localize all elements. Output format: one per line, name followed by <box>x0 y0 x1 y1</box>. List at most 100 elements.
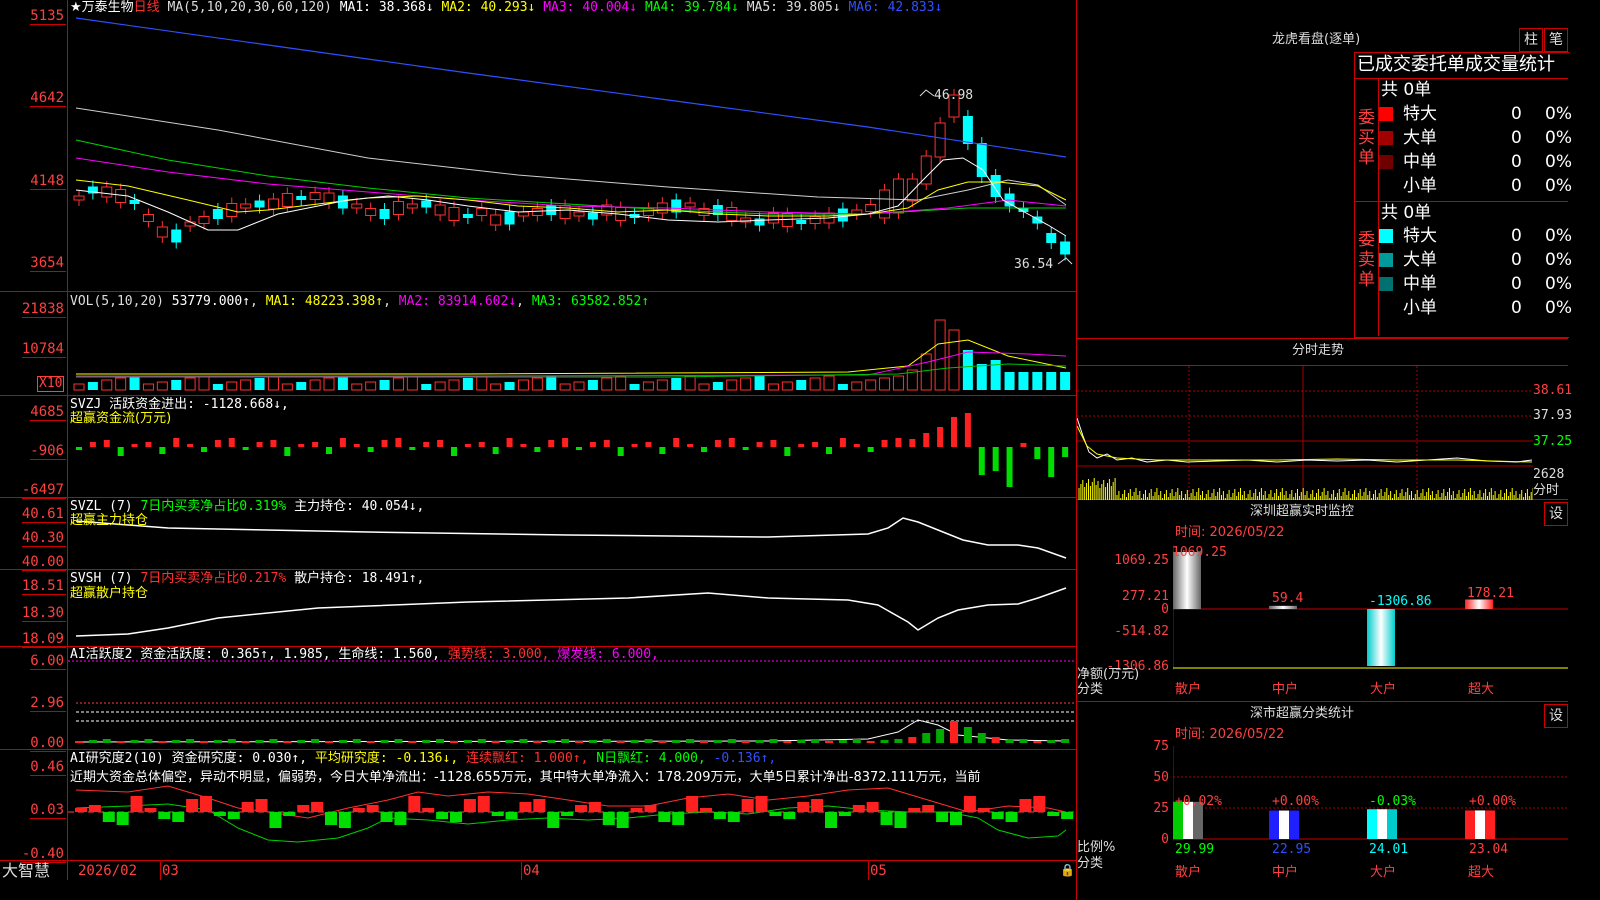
monitor-category: 超大 <box>1468 682 1495 697</box>
activity-bar <box>227 739 236 743</box>
research-bar <box>338 812 351 828</box>
fund-flow-bar <box>228 438 235 447</box>
main-chart-area[interactable]: ★万泰生物日线 MA(5,10,20,30,60,120) MA1: 38.36… <box>0 0 1077 900</box>
column-view-button[interactable]: 柱 <box>1519 28 1543 52</box>
activity-bar <box>963 727 972 743</box>
candle-body <box>879 189 891 219</box>
fund-flow-bar <box>103 440 110 447</box>
candle-body <box>892 178 904 214</box>
classify-axis-0: 0 <box>1161 832 1169 847</box>
volume-bar <box>87 382 98 390</box>
classify-settings-button[interactable]: 设 <box>1544 704 1568 728</box>
candle-body <box>1060 241 1071 255</box>
volume-bar <box>851 381 863 391</box>
volume-bar <box>504 382 515 390</box>
classify-value-label: 22.95 <box>1272 842 1312 857</box>
candle-body <box>142 214 154 222</box>
fund-flow-bar <box>409 447 416 450</box>
longhu-title: 龙虎看盘(逐单) <box>1272 32 1361 47</box>
buy-order-row[interactable]: 特大 0 0% <box>1379 103 1572 125</box>
volume-bar <box>781 381 793 391</box>
monitor-chart <box>1173 545 1568 670</box>
research-bar <box>769 812 782 816</box>
research-bar <box>227 812 240 819</box>
vol-unit-badge[interactable]: X10 <box>37 376 65 392</box>
activity-bar <box>1061 739 1070 743</box>
classify-change-label: +0.00% <box>1469 794 1516 809</box>
volume-bar <box>934 319 946 391</box>
sell-order-row[interactable]: 大单 0 0% <box>1379 249 1572 271</box>
monitor-settings-button[interactable]: 设 <box>1544 502 1568 526</box>
candle-body <box>392 201 404 215</box>
monitor-axis-label: 净额(万元) <box>1077 667 1140 682</box>
research-bar <box>130 796 143 812</box>
buy-order-row[interactable]: 中单 0 0% <box>1379 151 1572 173</box>
research-bar <box>297 805 310 812</box>
low-price-label: 36.54 <box>1014 257 1054 272</box>
sell-order-pct: 0% <box>1545 298 1572 318</box>
research-bar <box>269 812 282 828</box>
candle-body <box>531 208 543 216</box>
research-bar <box>491 812 504 816</box>
candle-body <box>254 200 265 208</box>
sell-order-row[interactable]: 中单 0 0% <box>1379 273 1572 295</box>
volume-bar <box>1018 372 1029 390</box>
vol-ma1: MA1: 48223.398↑ <box>265 294 384 309</box>
research-bar <box>630 808 643 812</box>
volume-bar <box>726 379 738 391</box>
tick-view-button[interactable]: 笔 <box>1544 28 1568 52</box>
activity-bar <box>450 741 458 743</box>
fund-flow-bar <box>326 447 332 454</box>
volume-bar <box>156 381 168 391</box>
candle-body <box>809 216 821 224</box>
stock-name[interactable]: ★万泰生物 <box>70 0 134 15</box>
classify-bar-2 <box>1377 809 1387 839</box>
volume-bar <box>809 377 821 391</box>
research-bar <box>686 796 699 812</box>
svzj-axis--6497: -6497 <box>21 482 66 499</box>
fund-flow-bar <box>159 447 166 454</box>
chart-canvas <box>68 17 1076 843</box>
high-price-label: 46.98 <box>934 88 974 103</box>
sell-order-count: 0 <box>1511 298 1522 318</box>
volume-bar <box>1032 372 1043 390</box>
volume-bar <box>740 377 752 391</box>
longhu-tabs[interactable]: 已成交委托单成交量统计 <box>1357 54 1555 76</box>
sell-order-name: 大单 <box>1403 250 1437 270</box>
research-bar <box>908 808 921 812</box>
brand-logo[interactable]: 大智慧 <box>2 862 50 880</box>
activity-bar <box>894 739 903 743</box>
buy-sell-divider <box>1354 201 1568 202</box>
period-label[interactable]: 日线 <box>134 0 160 15</box>
classify-panel[interactable]: 深市超赢分类统计 设 时间: 2026/05/22 75 50 25 0 +0.… <box>1077 702 1568 900</box>
fund-flow-bar <box>701 447 707 452</box>
intraday-axis-low: 37.25 <box>1533 434 1573 449</box>
ma4-line <box>75 139 1066 215</box>
activity-bar <box>116 741 125 743</box>
sell-orders-label: 委卖单 <box>1358 230 1375 290</box>
lock-icon[interactable]: 🔒 <box>1060 862 1075 878</box>
buy-order-row[interactable]: 大单 0 0% <box>1379 127 1572 149</box>
sell-order-count: 0 <box>1511 226 1522 246</box>
research-bar <box>311 802 324 812</box>
volume-bar <box>1060 372 1071 390</box>
candle-body <box>267 198 279 210</box>
buy-order-color-swatch <box>1379 107 1393 121</box>
volume-bar <box>615 375 627 391</box>
volume-bar <box>601 377 613 391</box>
intraday-panel[interactable]: 分时走势 38.61 37.93 37.25 2628 分时 <box>1077 338 1572 500</box>
fund-flow-bar <box>617 447 624 456</box>
ai-research-summary: 近期大资金总体偏空，异动不明显，偏弱势，今日大单净流出：-1128.655万元，… <box>70 770 981 785</box>
research-bar <box>797 802 810 812</box>
research-bar <box>380 812 393 822</box>
activity-bar <box>838 740 847 743</box>
buy-order-row[interactable]: 小单 0 0% <box>1379 175 1572 197</box>
classify-value-label: 24.01 <box>1369 842 1409 857</box>
sell-order-row[interactable]: 特大 0 0% <box>1379 225 1572 247</box>
candle-body <box>642 208 654 216</box>
buy-order-count: 0 <box>1511 152 1522 172</box>
sell-order-row[interactable]: 小单 0 0% <box>1379 297 1572 319</box>
candle-body <box>865 204 877 212</box>
realtime-monitor-panel[interactable]: 深圳超赢实时监控 设 时间: 2026/05/22 1069.25 277.21… <box>1077 500 1568 702</box>
buy-order-name: 中单 <box>1403 152 1437 172</box>
